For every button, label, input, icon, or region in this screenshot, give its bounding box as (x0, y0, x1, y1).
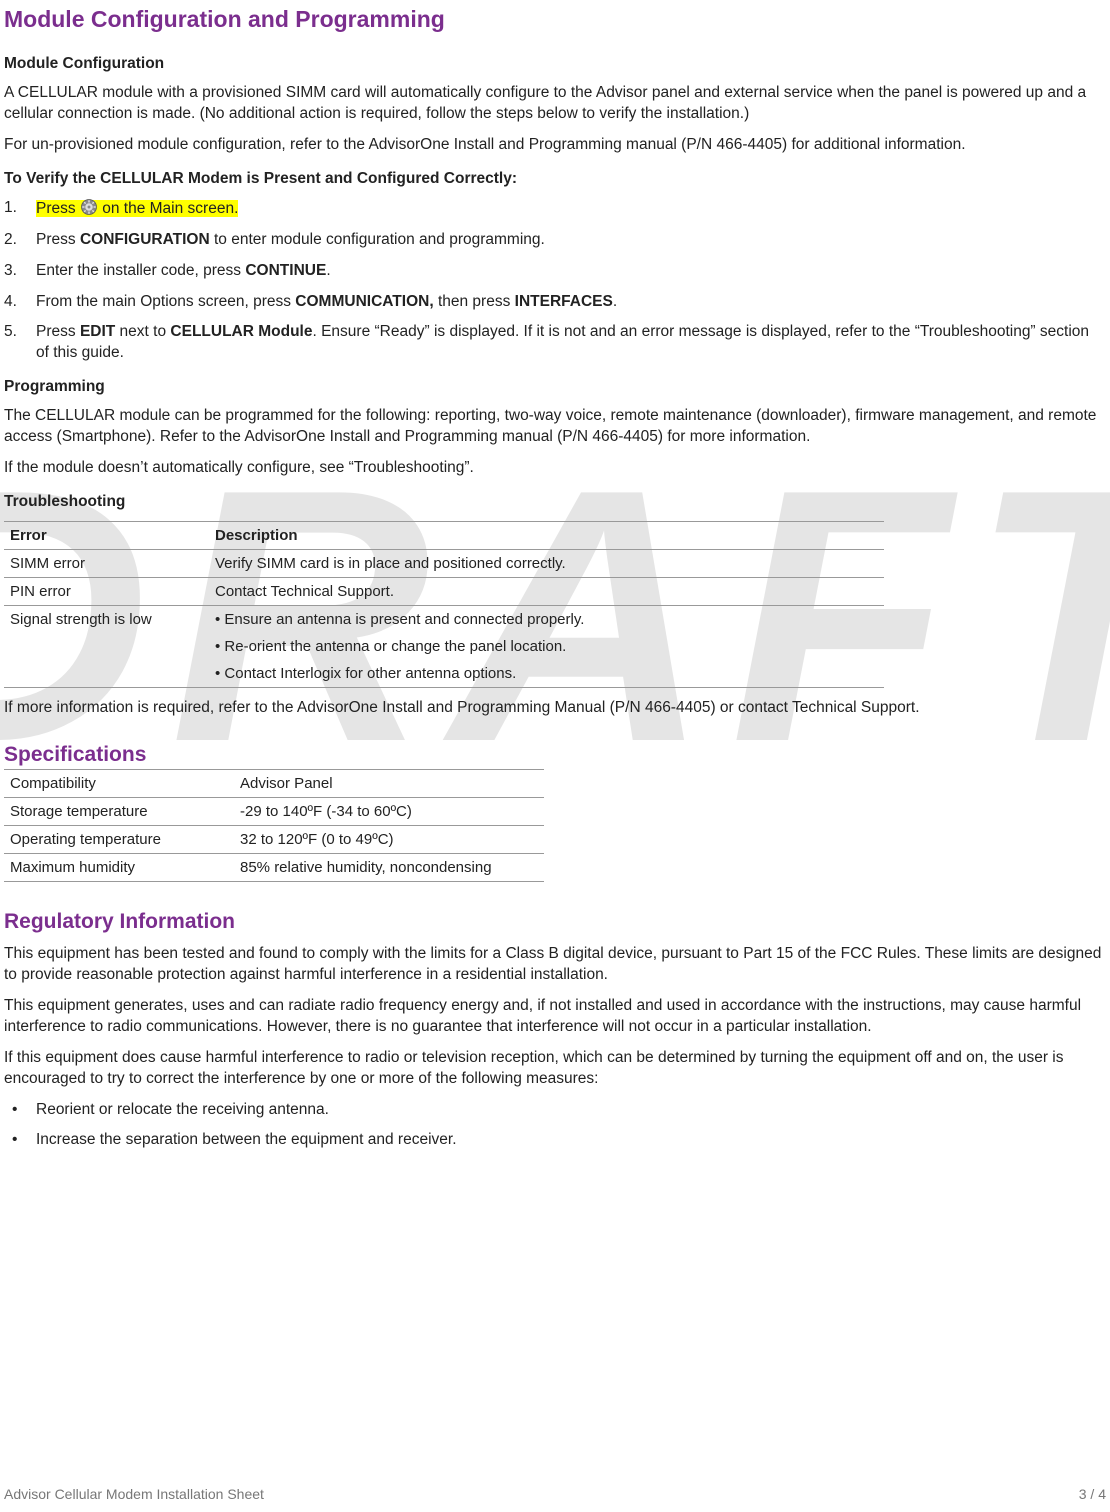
step5-b: EDIT (80, 323, 115, 340)
troubleshooting-table: Error Description SIMM error Verify SIMM… (4, 521, 884, 688)
step1-text-b: on the Main screen. (98, 200, 238, 217)
specifications-heading: Specifications (4, 743, 544, 770)
verify-step-2: Press CONFIGURATION to enter module conf… (4, 230, 1106, 251)
step4-a: From the main Options screen, press (36, 293, 295, 310)
verify-step-5: Press EDIT next to CELLULAR Module. Ensu… (4, 322, 1106, 364)
spec-k-0: Compatibility (4, 770, 234, 798)
list-item: Reorient or relocate the receiving anten… (4, 1100, 1106, 1121)
desc-1: Contact Technical Support. (209, 578, 884, 606)
step4-d: INTERFACES (515, 293, 613, 310)
spec-v-2: 32 to 120ºF (0 to 49ºC) (234, 825, 544, 853)
spec-v-0: Advisor Panel (234, 770, 544, 798)
err-1: PIN error (4, 578, 209, 606)
desc-0: Verify SIMM card is in place and positio… (209, 550, 884, 578)
verify-step-4: From the main Options screen, press COMM… (4, 292, 1106, 313)
table-row: • Re-orient the antenna or change the pa… (4, 633, 884, 660)
step1-text-a: Press (36, 200, 80, 217)
step5-d: CELLULAR Module (170, 323, 312, 340)
page-footer: Advisor Cellular Modem Installation Shee… (4, 1486, 1106, 1502)
desc-signal-b1: • Ensure an antenna is present and conne… (209, 606, 884, 634)
table-row: SIMM error Verify SIMM card is in place … (4, 550, 884, 578)
module-config-heading: Module Configuration (4, 55, 1106, 73)
regulatory-p2: This equipment generates, uses and can r… (4, 996, 1106, 1038)
th-desc: Description (209, 522, 884, 550)
regulatory-p3: If this equipment does cause harmful int… (4, 1048, 1106, 1090)
step4-c: then press (434, 293, 515, 310)
step5-a: Press (36, 323, 80, 340)
gear-icon (80, 198, 98, 216)
table-row: Storage temperature -29 to 140ºF (-34 to… (4, 797, 544, 825)
step4-e: . (613, 293, 617, 310)
troubleshooting-after: If more information is required, refer t… (4, 698, 1106, 719)
verify-step-1: Press on the Main screen. (4, 198, 1106, 220)
programming-heading: Programming (4, 378, 1106, 396)
table-row: Signal strength is low • Ensure an anten… (4, 606, 884, 634)
err-0: SIMM error (4, 550, 209, 578)
table-row: Compatibility Advisor Panel (4, 770, 544, 798)
step2-a: Press (36, 231, 80, 248)
th-error: Error (4, 522, 209, 550)
empty (4, 633, 209, 660)
step4-b: COMMUNICATION, (295, 293, 433, 310)
regulatory-bullets: Reorient or relocate the receiving anten… (4, 1100, 1106, 1152)
desc-signal-b2: • Re-orient the antenna or change the pa… (209, 633, 884, 660)
specifications-section: Specifications Compatibility Advisor Pan… (4, 743, 544, 882)
table-row: Operating temperature 32 to 120ºF (0 to … (4, 825, 544, 853)
module-config-p1: A CELLULAR module with a provisioned SIM… (4, 83, 1106, 125)
module-config-p2: For un-provisioned module configuration,… (4, 135, 1106, 156)
verify-heading: To Verify the CELLULAR Modem is Present … (4, 170, 1106, 188)
empty (4, 660, 209, 688)
specifications-table: Compatibility Advisor Panel Storage temp… (4, 770, 544, 882)
footer-page-number: 3 / 4 (1079, 1486, 1106, 1502)
spec-k-3: Maximum humidity (4, 853, 234, 881)
step5-c: next to (115, 323, 170, 340)
spec-k-1: Storage temperature (4, 797, 234, 825)
step3-b: CONTINUE (245, 262, 326, 279)
programming-p2: If the module doesn’t automatically conf… (4, 458, 1106, 479)
spec-k-2: Operating temperature (4, 825, 234, 853)
step3-c: . (326, 262, 330, 279)
step3-a: Enter the installer code, press (36, 262, 245, 279)
desc-signal-b3: • Contact Interlogix for other antenna o… (209, 660, 884, 688)
regulatory-heading: Regulatory Information (4, 910, 1106, 934)
footer-left: Advisor Cellular Modem Installation Shee… (4, 1486, 264, 1502)
verify-steps: Press on the Main screen. Press CONFIGUR… (4, 198, 1106, 365)
troubleshooting-heading: Troubleshooting (4, 493, 1106, 511)
table-row: Maximum humidity 85% relative humidity, … (4, 853, 544, 881)
programming-p1: The CELLULAR module can be programmed fo… (4, 406, 1106, 448)
step2-b: CONFIGURATION (80, 231, 210, 248)
page-content: Module Configuration and Programming Mod… (4, 6, 1106, 1151)
highlighted-text: Press on the Main screen. (36, 200, 238, 217)
table-row: PIN error Contact Technical Support. (4, 578, 884, 606)
page-title: Module Configuration and Programming (4, 6, 1106, 33)
spec-v-3: 85% relative humidity, noncondensing (234, 853, 544, 881)
table-row: • Contact Interlogix for other antenna o… (4, 660, 884, 688)
list-item: Increase the separation between the equi… (4, 1130, 1106, 1151)
regulatory-p1: This equipment has been tested and found… (4, 944, 1106, 986)
step2-c: to enter module configuration and progra… (210, 231, 545, 248)
verify-step-3: Enter the installer code, press CONTINUE… (4, 261, 1106, 282)
spec-v-1: -29 to 140ºF (-34 to 60ºC) (234, 797, 544, 825)
err-signal: Signal strength is low (4, 606, 209, 634)
